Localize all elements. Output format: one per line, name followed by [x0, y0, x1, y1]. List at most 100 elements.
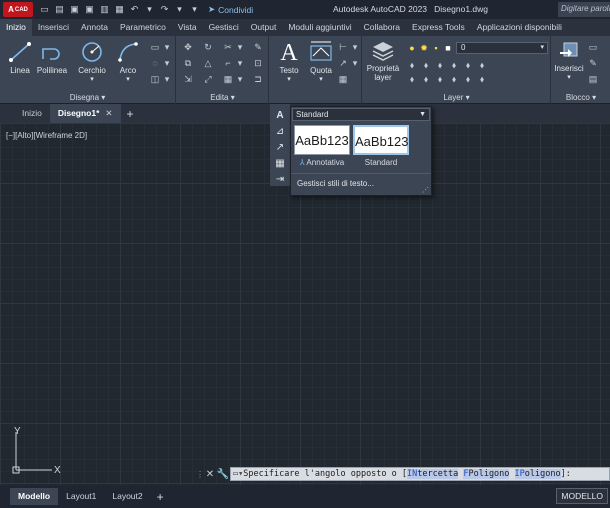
resize-grip-icon[interactable]: ⋰: [422, 186, 429, 194]
close-tab-icon[interactable]: ✕: [105, 108, 112, 118]
tab-output[interactable]: Output: [245, 19, 283, 36]
save-as-icon[interactable]: ▣: [84, 4, 95, 15]
line-tool[interactable]: Linea: [6, 40, 34, 75]
table-icon[interactable]: ▦: [338, 74, 348, 84]
command-input[interactable]: ▭▾Specificare l'angolo opposto o [INterc…: [230, 467, 610, 481]
circle-dropdown-icon[interactable]: ▾: [76, 75, 108, 83]
rotate-icon[interactable]: ↻: [203, 42, 213, 52]
block-attributes-icon[interactable]: ▤: [588, 74, 598, 84]
file-tab-current[interactable]: Disegno1* ✕: [49, 104, 121, 123]
tab-moduli-aggiuntivi[interactable]: Moduli aggiuntivi: [282, 19, 357, 36]
offset-icon[interactable]: ⊐: [253, 74, 263, 84]
layer-dropdown[interactable]: 0 ▾: [456, 42, 548, 54]
dimension-tool[interactable]: Quota ▾: [306, 38, 336, 83]
text-tool[interactable]: A Testo ▾: [274, 38, 304, 83]
copy-icon[interactable]: ⧉: [183, 58, 193, 68]
customize-qat-icon[interactable]: ▾: [189, 4, 200, 15]
layer-unlock-icon[interactable]: ▪: [431, 43, 441, 53]
layout-tab-model[interactable]: Modello: [10, 488, 59, 505]
rectangle-dropdown-icon[interactable]: ▾: [162, 42, 172, 52]
open-folder-icon[interactable]: ▤: [54, 4, 65, 15]
style-preview-standard[interactable]: AaBb123: [353, 125, 409, 155]
array-dropdown-icon[interactable]: ▾: [235, 74, 245, 84]
text-dropdown-icon[interactable]: ▾: [274, 75, 304, 83]
manage-text-styles-link[interactable]: Gestisci stili di testo...: [297, 179, 374, 188]
modify-group-title[interactable]: Edita ▾: [177, 93, 268, 102]
layer-unlock-all-icon[interactable]: ⬧: [463, 74, 473, 84]
dim-style-icon[interactable]: ⊿: [274, 126, 286, 138]
tab-collabora[interactable]: Collabora: [358, 19, 406, 36]
circle-tool[interactable]: Cerchio ▾: [76, 40, 108, 83]
hatch-icon[interactable]: ◌: [150, 58, 160, 68]
print-icon[interactable]: ▦: [114, 4, 125, 15]
share-button[interactable]: ➤ Condividi: [208, 4, 253, 15]
layer-walk-icon[interactable]: ⬧: [407, 74, 417, 84]
option-fpoligono[interactable]: FPoligono: [463, 469, 510, 479]
stretch-icon[interactable]: ⇲: [183, 74, 193, 84]
move-icon[interactable]: ✥: [183, 42, 193, 52]
layer-lock-icon[interactable]: ⬧: [463, 60, 473, 70]
layer-on-bulb-icon[interactable]: ●: [407, 43, 417, 53]
autocad-logo[interactable]: A CAD: [3, 2, 33, 17]
text-style-icon[interactable]: A: [274, 110, 286, 122]
option-ipoligono[interactable]: IPoligono: [514, 469, 561, 479]
redo-dropdown-icon[interactable]: ▾: [174, 4, 185, 15]
layer-state-icon[interactable]: ⬧: [407, 60, 417, 70]
trim-icon[interactable]: ✂: [223, 42, 233, 52]
insert-block-tool[interactable]: Inserisci ▾: [554, 40, 584, 81]
layer-properties-tool[interactable]: Proprietà layer: [365, 40, 401, 82]
hatch-dropdown-icon[interactable]: ▾: [162, 58, 172, 68]
layer-group-title[interactable]: Layer ▾: [363, 93, 550, 102]
explode-icon[interactable]: ⊡: [253, 58, 263, 68]
command-grip-icon[interactable]: ⋮: [196, 470, 204, 479]
create-block-icon[interactable]: ▭: [588, 42, 598, 52]
linear-dim-icon[interactable]: ⊢: [338, 42, 348, 52]
polyline-tool[interactable]: Polilinea: [34, 40, 70, 75]
fillet-icon[interactable]: ⌐: [223, 58, 233, 68]
tab-annota[interactable]: Annota: [75, 19, 114, 36]
insert-dropdown-icon[interactable]: ▾: [554, 73, 584, 81]
layer-unisolate-icon[interactable]: ⬧: [421, 74, 431, 84]
rectangle-icon[interactable]: ▭: [150, 42, 160, 52]
command-dropdown-icon[interactable]: ▭▾: [233, 469, 243, 479]
add-layout-plus-icon[interactable]: +: [157, 490, 164, 504]
edit-block-icon[interactable]: ✎: [588, 58, 598, 68]
viewport-controls[interactable]: [−][Alto][Wireframe 2D]: [6, 131, 87, 140]
table-style-icon[interactable]: ▦: [274, 158, 286, 170]
layer-freeze-icon[interactable]: ⬧: [449, 60, 459, 70]
dimension-dropdown-icon[interactable]: ▾: [306, 75, 336, 83]
option-intercetta[interactable]: INtercetta: [407, 469, 459, 479]
block-group-title[interactable]: Blocco ▾: [552, 93, 610, 102]
tab-parametrico[interactable]: Parametrico: [114, 19, 172, 36]
redo-icon[interactable]: ↷: [159, 4, 170, 15]
arc-dropdown-icon[interactable]: ▾: [114, 75, 142, 83]
erase-icon[interactable]: ✎: [253, 42, 263, 52]
fillet-dropdown-icon[interactable]: ▾: [235, 58, 245, 68]
text-style-select[interactable]: Standard ▼: [292, 108, 430, 121]
layer-color-swatch-icon[interactable]: ■: [443, 43, 453, 53]
undo-dropdown-icon[interactable]: ▾: [144, 4, 155, 15]
tab-inizio[interactable]: Inizio: [0, 19, 32, 36]
close-command-icon[interactable]: ✕: [204, 469, 216, 480]
tab-vista[interactable]: Vista: [172, 19, 203, 36]
customize-wrench-icon[interactable]: 🔧: [216, 469, 230, 480]
linear-dim-dropdown-icon[interactable]: ▾: [350, 42, 360, 52]
trim-dropdown-icon[interactable]: ▾: [235, 42, 245, 52]
array-icon[interactable]: ▦: [223, 74, 233, 84]
undo-icon[interactable]: ↶: [129, 4, 140, 15]
leader-dropdown-icon[interactable]: ▾: [350, 58, 360, 68]
layer-isolate-icon[interactable]: ⬧: [421, 60, 431, 70]
layer-thaw-sun-icon[interactable]: ✹: [419, 43, 429, 53]
multileader-style-icon[interactable]: ↗: [274, 142, 286, 154]
arc-tool[interactable]: Arco ▾: [114, 40, 142, 83]
tab-express-tools[interactable]: Express Tools: [406, 19, 471, 36]
style-preview-annotativa[interactable]: AaBb123: [294, 125, 350, 155]
layout-tab-layout2[interactable]: Layout2: [104, 488, 150, 505]
boundary-dropdown-icon[interactable]: ▾: [162, 74, 172, 84]
mirror-icon[interactable]: △: [203, 58, 213, 68]
layout-tab-layout1[interactable]: Layout1: [58, 488, 104, 505]
layer-thaw-all-icon[interactable]: ⬧: [449, 74, 459, 84]
boundary-icon[interactable]: ◫: [150, 74, 160, 84]
leader-icon[interactable]: ↗: [338, 58, 348, 68]
layer-off-icon[interactable]: ⬧: [435, 60, 445, 70]
